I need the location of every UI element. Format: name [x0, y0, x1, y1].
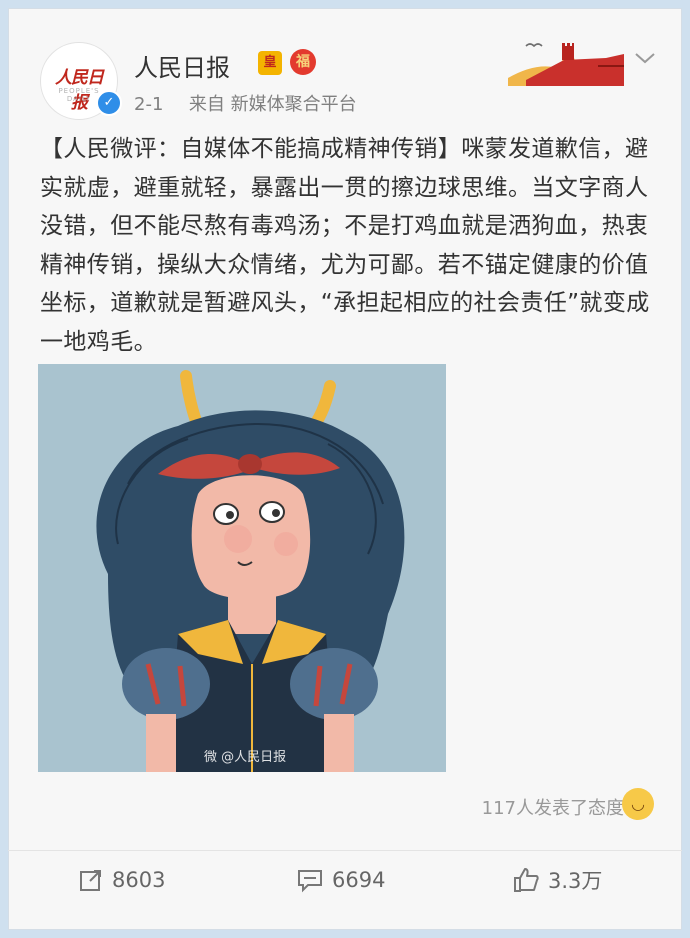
cartoon-illustration — [38, 364, 446, 772]
post-date: 2-1 — [134, 94, 164, 115]
vip-crown-icon[interactable]: 皇 — [258, 51, 282, 75]
chevron-down-icon[interactable] — [634, 50, 656, 66]
verified-icon: ✓ — [96, 90, 122, 116]
weibo-post-card: 人民日报 PEOPLE'S DAILY ✓ 人民日报 皇 福 2-1 来自 新媒… — [8, 8, 682, 930]
post-source[interactable]: 来自 新媒体聚合平台 — [189, 94, 357, 115]
laughing-emoji-icon[interactable]: ◡ — [622, 788, 654, 820]
repost-button[interactable]: 8603 — [78, 860, 165, 900]
comment-icon — [298, 870, 322, 893]
like-count: 3.3万 — [548, 869, 603, 893]
comment-count: 6694 — [332, 868, 386, 892]
thumbs-up-icon — [514, 868, 539, 892]
divider — [8, 850, 682, 851]
reaction-summary[interactable]: 117人发表了态度 — [482, 794, 624, 820]
post-topic-tag[interactable]: 【人民微评：自媒体不能搞成精神传销】 — [40, 136, 461, 162]
comment-button[interactable]: 6694 — [296, 860, 385, 900]
post-meta: 2-1 来自 新媒体聚合平台 — [134, 90, 357, 116]
fu-badge-icon[interactable]: 福 — [290, 49, 316, 75]
post-text: 【人民微评：自媒体不能搞成精神传销】咪蒙发道歉信，避实就虚，避重就轻，暴露出一贯… — [40, 130, 656, 361]
like-button[interactable]: 3.3万 — [512, 860, 602, 900]
repost-count: 8603 — [112, 868, 166, 892]
user-name[interactable]: 人民日报 — [134, 48, 230, 83]
repost-icon — [80, 870, 101, 891]
great-wall-banner-icon — [506, 32, 626, 86]
post-image[interactable]: 微 @人民日报 — [38, 364, 446, 772]
post-body: 咪蒙发道歉信，避实就虚，避重就轻，暴露出一贯的擦边球思维。当文字商人没错，但不能… — [40, 136, 650, 355]
image-watermark: 微 @人民日报 — [204, 750, 287, 765]
